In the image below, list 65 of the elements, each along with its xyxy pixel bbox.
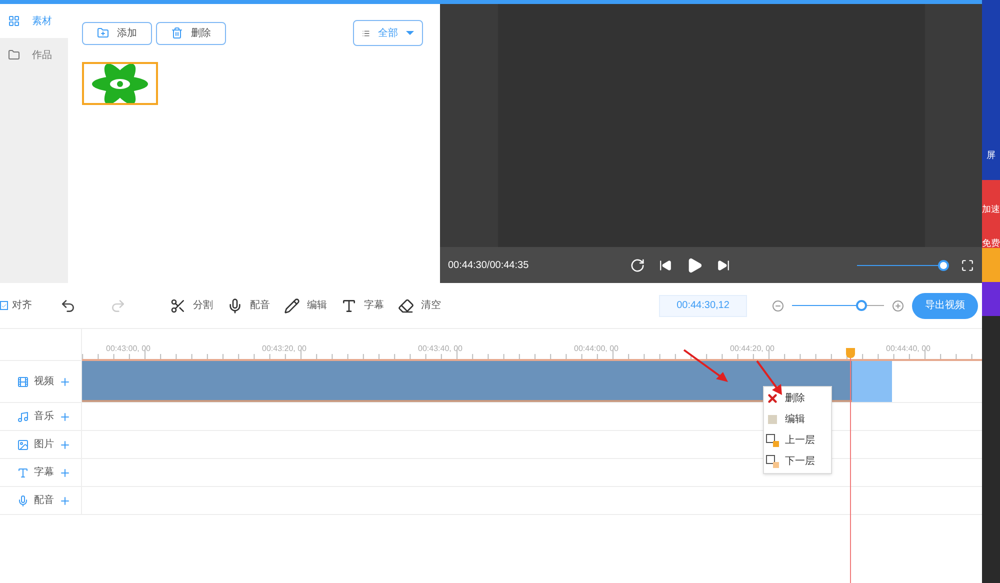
track-label: 音乐 <box>34 410 54 424</box>
add-icon[interactable] <box>59 438 71 450</box>
film-icon <box>17 376 29 388</box>
clip-tail[interactable] <box>852 361 892 402</box>
clear-tool-button[interactable]: 清空 <box>398 298 441 314</box>
pencil-icon <box>284 298 300 314</box>
undo-icon[interactable] <box>60 298 76 314</box>
slider-handle[interactable] <box>938 260 950 270</box>
voice-tool-button[interactable]: 配音 <box>227 298 270 314</box>
snap-checkbox[interactable]: 对齐 <box>0 298 60 313</box>
image-icon <box>17 438 29 450</box>
eraser-icon <box>398 298 414 314</box>
desktop-tile[interactable] <box>982 282 1000 316</box>
microphone-icon <box>227 298 243 314</box>
zoom-in-icon[interactable] <box>892 300 904 312</box>
trash-icon <box>171 27 183 39</box>
next-icon[interactable] <box>717 258 730 272</box>
scissors-icon <box>170 298 186 314</box>
track-label: 视频 <box>34 374 54 389</box>
grid-icon <box>8 15 20 27</box>
caret-icon <box>406 31 414 35</box>
menu-item[interactable]: 删除 <box>764 388 831 409</box>
track-label: 图片 <box>34 438 54 452</box>
text-icon <box>17 466 29 478</box>
edit-tool-button[interactable]: 编辑 <box>284 298 327 314</box>
desktop-tile[interactable]: 免费 <box>982 214 1000 248</box>
loop-icon[interactable] <box>630 258 645 272</box>
timecode-display: 00:44:30,12 <box>659 294 747 316</box>
arrow-icon <box>682 348 730 384</box>
delete-icon <box>766 392 779 405</box>
arrow-icon <box>755 359 785 397</box>
desktop-tile[interactable]: 加速 <box>982 180 1000 214</box>
play-icon[interactable] <box>686 256 703 274</box>
zoom-out-icon[interactable] <box>772 300 784 312</box>
music-icon <box>17 410 29 422</box>
layers-icon <box>766 455 779 468</box>
desktop-tile[interactable]: 屏 <box>982 0 1000 180</box>
add-icon[interactable] <box>59 494 71 506</box>
slider-handle[interactable] <box>856 300 867 311</box>
edit-icon <box>768 415 777 424</box>
caption-tool-button[interactable]: 字幕 <box>341 298 384 314</box>
add-icon[interactable] <box>59 410 71 422</box>
split-tool-button[interactable]: 分割 <box>170 298 213 314</box>
text-icon <box>341 298 357 314</box>
menu-item[interactable]: 上一层 <box>764 430 831 451</box>
add-icon[interactable] <box>59 376 71 388</box>
fullscreen-icon[interactable] <box>961 258 974 272</box>
sidebar-item[interactable]: 作品 <box>0 38 68 72</box>
layers-icon <box>766 434 779 447</box>
previous-icon[interactable] <box>659 258 672 272</box>
video-clip[interactable] <box>82 361 852 402</box>
add-button[interactable]: 添加 <box>82 22 152 44</box>
playback-time: 00:44:30/00:44:35 <box>448 258 530 272</box>
track-label: 字幕 <box>34 466 54 480</box>
menu-item[interactable]: 编辑 <box>764 409 831 430</box>
menu-item[interactable]: 下一层 <box>764 451 831 472</box>
track-label: 配音 <box>34 494 54 508</box>
delete-button[interactable]: 删除 <box>156 22 226 44</box>
folder-icon <box>8 49 20 61</box>
microphone-icon <box>17 494 29 506</box>
playhead-handle[interactable] <box>846 348 855 358</box>
checkbox-icon[interactable] <box>0 301 8 310</box>
desktop-tile[interactable] <box>982 248 1000 282</box>
add-icon[interactable] <box>59 466 71 478</box>
folder-plus-icon <box>97 27 109 39</box>
